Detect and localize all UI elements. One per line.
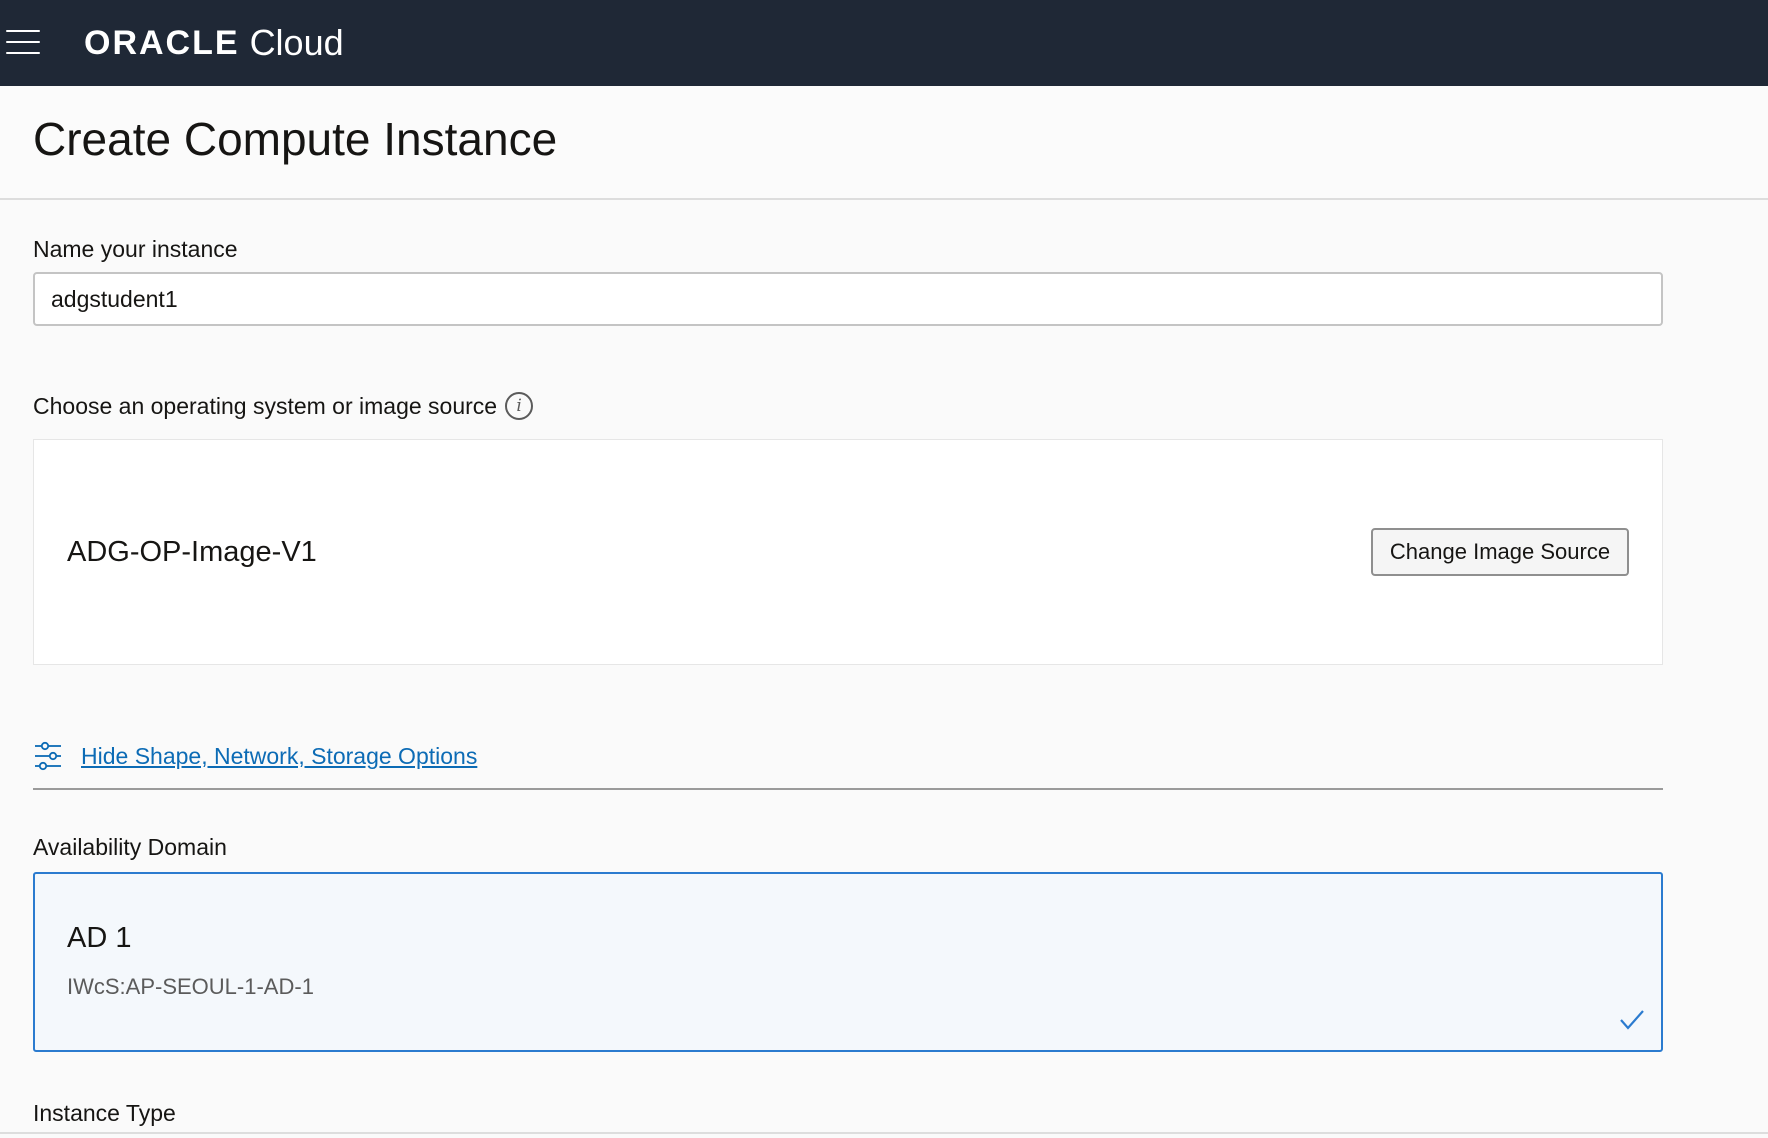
sliders-icon xyxy=(35,741,61,771)
instance-type-label: Instance Type xyxy=(33,1100,176,1126)
shape-network-storage-toggle[interactable]: Hide Shape, Network, Storage Options xyxy=(33,740,477,772)
image-source-card: ADG-OP-Image-V1 Change Image Source xyxy=(33,439,1663,665)
top-navigation-bar: ORACLE Cloud xyxy=(0,0,1768,86)
page-header: Create Compute Instance xyxy=(0,86,1768,200)
checkmark-icon xyxy=(1620,1010,1644,1030)
logo-product: Cloud xyxy=(249,22,344,63)
section-divider xyxy=(33,788,1663,790)
availability-domain-label: Availability Domain xyxy=(33,834,227,860)
hamburger-menu-icon[interactable] xyxy=(6,28,40,56)
availability-domain-option-ad1[interactable]: AD 1 IWcS:AP-SEOUL-1-AD-1 xyxy=(33,872,1663,1052)
page-title: Create Compute Instance xyxy=(33,113,558,165)
instance-name-label: Name your instance xyxy=(33,236,238,262)
selected-image-name: ADG-OP-Image-V1 xyxy=(67,536,317,568)
oracle-cloud-logo[interactable]: ORACLE Cloud xyxy=(84,20,344,66)
logo-brand: ORACLE xyxy=(84,23,240,62)
instance-name-input[interactable] xyxy=(33,272,1663,326)
image-source-label: Choose an operating system or image sour… xyxy=(33,392,498,419)
image-source-label-row: Choose an operating system or image sour… xyxy=(33,390,534,422)
shape-network-storage-link[interactable]: Hide Shape, Network, Storage Options xyxy=(81,743,477,770)
info-icon[interactable]: i xyxy=(505,392,534,420)
availability-domain-name: AD 1 xyxy=(67,922,132,954)
bottom-divider xyxy=(0,1132,1768,1134)
availability-domain-id: IWcS:AP-SEOUL-1-AD-1 xyxy=(67,974,314,999)
change-image-source-button[interactable]: Change Image Source xyxy=(1371,528,1629,576)
